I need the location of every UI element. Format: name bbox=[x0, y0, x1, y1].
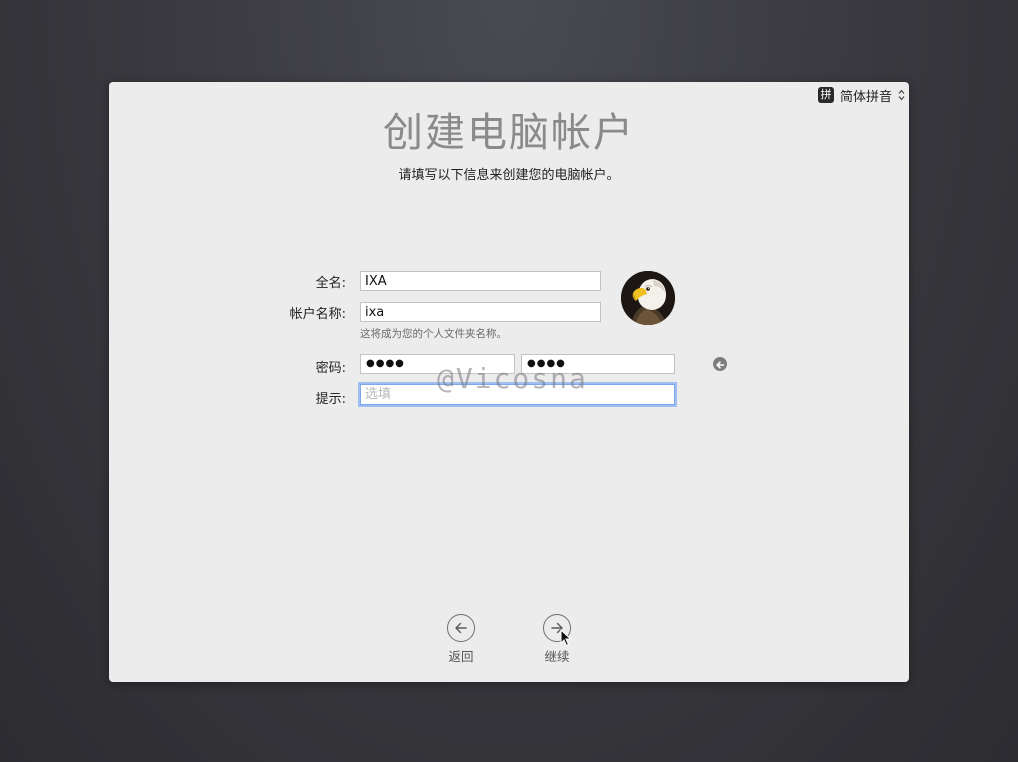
user-avatar[interactable] bbox=[621, 271, 675, 325]
watermark: @Vicosna bbox=[437, 362, 588, 395]
continue-button[interactable]: 继续 bbox=[527, 614, 587, 665]
arrow-left-circle-icon bbox=[455, 622, 467, 634]
password-mask: ●●●● bbox=[366, 358, 405, 369]
hint-label: 提示: bbox=[315, 392, 346, 407]
continue-circle bbox=[543, 614, 571, 642]
back-circle bbox=[447, 614, 475, 642]
back-button[interactable]: 返回 bbox=[431, 614, 491, 665]
password-assistant-button[interactable] bbox=[713, 357, 727, 371]
page-subtitle: 请填写以下信息来创建您的电脑帐户。 bbox=[398, 168, 620, 183]
full-name-input[interactable] bbox=[360, 271, 601, 291]
account-name-help: 这将成为您的个人文件夹名称。 bbox=[360, 328, 507, 340]
setup-panel: 拼 简体拼音 创建电脑帐户 请填写以下信息来创建您的电脑帐户。 全名: 帐户名称… bbox=[109, 82, 909, 682]
password-label: 密码: bbox=[315, 361, 346, 376]
full-name-label: 全名: bbox=[315, 276, 346, 291]
account-name-label: 帐户名称: bbox=[289, 307, 346, 322]
arrow-left-icon bbox=[716, 361, 725, 369]
arrow-right-circle-icon bbox=[551, 622, 563, 634]
back-label: 返回 bbox=[448, 649, 474, 664]
eagle-avatar-icon bbox=[621, 271, 675, 325]
continue-label: 继续 bbox=[544, 649, 570, 664]
page-title: 创建电脑帐户 bbox=[383, 110, 635, 156]
account-name-input[interactable] bbox=[360, 302, 601, 322]
